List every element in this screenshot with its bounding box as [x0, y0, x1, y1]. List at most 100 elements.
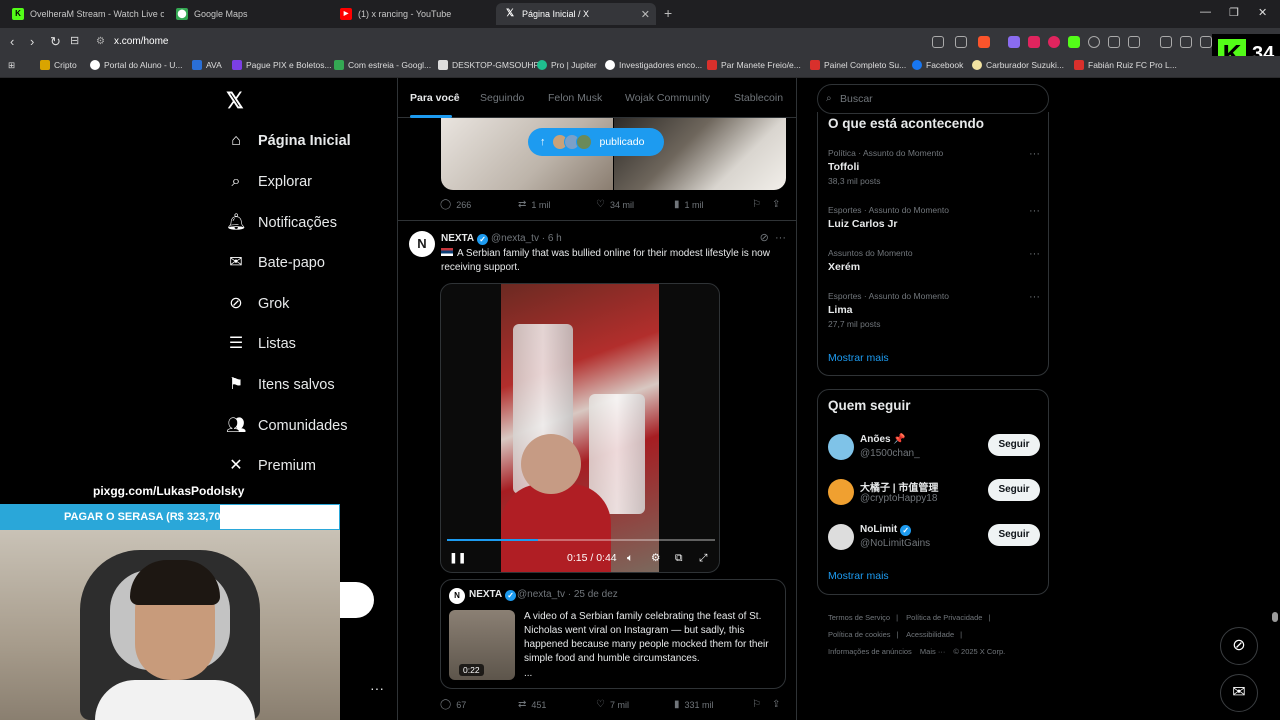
follow-button[interactable]: Seguir: [988, 479, 1040, 501]
back-icon[interactable]: ‹: [10, 34, 14, 49]
more-icon[interactable]: ···: [1029, 248, 1040, 260]
follow-suggestion[interactable]: 大橘子 | 市值管理 @cryptoHappy18 Seguir: [828, 477, 1040, 509]
x-logo-icon[interactable]: 𝕏: [226, 88, 244, 114]
more-icon[interactable]: ···: [1029, 148, 1040, 160]
trend-item[interactable]: Esportes · Assunto do Momento Lima 27,7 …: [828, 291, 1040, 329]
bookmark-item[interactable]: Portal do Aluno - U...: [90, 60, 182, 70]
messages-fab-icon[interactable]: ✉: [1220, 674, 1258, 712]
extension-icon[interactable]: [1088, 36, 1100, 48]
minimize-icon[interactable]: —: [1200, 6, 1211, 18]
extension-icon[interactable]: [1108, 36, 1120, 48]
maximize-icon[interactable]: ❐: [1229, 6, 1239, 19]
tab-wojak-community[interactable]: Wojak Community: [625, 92, 710, 104]
tab-following[interactable]: Seguindo: [480, 92, 524, 104]
trend-item[interactable]: Assuntos do Momento Xerém ···: [828, 248, 1040, 273]
bookmark-item[interactable]: Carburador Suzuki...: [972, 60, 1064, 70]
bookmark-item[interactable]: Pague PIX e Boletos...: [232, 60, 332, 70]
nav-item-notifications[interactable]: 🔔︎ Notificações: [226, 213, 337, 233]
share-icon[interactable]: [955, 36, 967, 48]
more-icon[interactable]: ···: [1029, 205, 1040, 217]
close-tab-icon[interactable]: ✕: [641, 8, 650, 21]
bookmark-item[interactable]: Cripto: [40, 60, 77, 70]
footer-link[interactable]: Política de Privacidade: [906, 613, 982, 622]
like-button[interactable]: ♡ 7 mil: [596, 699, 629, 710]
nav-item-premium[interactable]: ✕ Premium: [226, 456, 316, 476]
sidebar-icon[interactable]: [1180, 36, 1192, 48]
bookmark-item[interactable]: Facebook: [912, 60, 963, 70]
video-progress-bar[interactable]: [447, 539, 715, 541]
site-info-icon[interactable]: ⚙: [96, 32, 105, 52]
bookmark-item[interactable]: Investigadores enco...: [605, 60, 702, 70]
views-button[interactable]: ▮ 1 mil: [674, 199, 704, 210]
bookmark-item[interactable]: Pro | Jupiter: [537, 60, 597, 70]
follow-button[interactable]: Seguir: [988, 434, 1040, 456]
nav-item-chat[interactable]: ✉ Bate-papo: [226, 253, 325, 273]
avatar[interactable]: [828, 479, 854, 505]
scrollbar[interactable]: [1272, 612, 1278, 622]
follow-button[interactable]: Seguir: [988, 524, 1040, 546]
share-button[interactable]: ⇪: [772, 199, 785, 210]
more-icon[interactable]: ···: [775, 232, 786, 244]
nav-item-lists[interactable]: ☰ Listas: [226, 334, 296, 354]
footer-more-link[interactable]: Mais ···: [920, 647, 945, 656]
new-posts-pill[interactable]: ↑ publicado: [528, 128, 664, 156]
tab-felon-musk[interactable]: Felon Musk: [548, 92, 602, 104]
new-tab-icon[interactable]: +: [664, 5, 672, 21]
quoted-post[interactable]: N NEXTA ✓ @nexta_tv · 25 de dez 0:22 A vi…: [440, 579, 786, 689]
trend-item[interactable]: Esportes · Assunto do Momento Luiz Carlo…: [828, 205, 1040, 230]
browser-tab-x[interactable]: 𝕏 Página Inicial / X ✕: [496, 3, 656, 25]
settings-icon[interactable]: ⚙: [651, 552, 660, 564]
avatar[interactable]: N: [409, 231, 435, 257]
repost-button[interactable]: ⇄ 1 mil: [518, 199, 550, 210]
show-more-link[interactable]: Mostrar mais: [828, 352, 889, 364]
trend-item[interactable]: Política · Assunto do Momento Toffoli 38…: [828, 148, 1040, 186]
footer-link[interactable]: Informações de anúncios: [828, 647, 912, 656]
cast-icon[interactable]: [932, 36, 944, 48]
bookmark-item[interactable]: AVA: [192, 60, 222, 70]
url-field[interactable]: ⚙ x.com/home: [92, 32, 912, 52]
close-window-icon[interactable]: ✕: [1258, 6, 1267, 19]
tab-for-you[interactable]: Para você: [410, 92, 460, 104]
footer-link[interactable]: Política de cookies: [828, 630, 891, 639]
nav-item-home[interactable]: ⌂ Página Inicial: [226, 131, 351, 151]
post-button[interactable]: [340, 582, 374, 618]
extension-icon[interactable]: [1028, 36, 1040, 48]
browser-tab-kick[interactable]: K OvelheraM Stream - Watch Live on K: [4, 3, 164, 25]
search-input[interactable]: ⌕ Buscar: [817, 84, 1049, 114]
nav-item-bookmarks[interactable]: ⚑ Itens salvos: [226, 375, 335, 395]
fullscreen-icon[interactable]: ⤢: [699, 552, 707, 565]
repost-button[interactable]: ⇄ 451: [518, 699, 546, 710]
account-more-icon[interactable]: ···: [370, 680, 384, 696]
bookmark-item[interactable]: Painel Completo Su...: [810, 60, 906, 70]
bookmark-item[interactable]: Par Manete Freio/e...: [707, 60, 801, 70]
avatar[interactable]: [828, 524, 854, 550]
more-icon[interactable]: ···: [1029, 291, 1040, 303]
bookmark-item[interactable]: Fabián Ruiz FC Pro L...: [1074, 60, 1177, 70]
browser-tab-maps[interactable]: ⬤ Google Maps: [168, 3, 328, 25]
brave-shield-icon[interactable]: [978, 36, 990, 48]
nav-item-communities[interactable]: 👥︎ Comunidades: [226, 416, 347, 436]
grok-icon[interactable]: ⊘: [760, 232, 769, 244]
browser-tab-youtube[interactable]: ▶ (1) x rancing - YouTube: [332, 3, 492, 25]
author-name[interactable]: NEXTA ✓: [441, 233, 489, 245]
reply-button[interactable]: ◯ 67: [440, 699, 466, 710]
grok-fab-icon[interactable]: ⊘: [1220, 627, 1258, 665]
profile-icon[interactable]: [1200, 36, 1212, 48]
footer-link[interactable]: Termos de Serviço: [828, 613, 890, 622]
extension-icon[interactable]: [1128, 36, 1140, 48]
bookmark-item[interactable]: Com estreia - Googl...: [334, 60, 431, 70]
media-icon[interactable]: [1160, 36, 1172, 48]
pip-icon[interactable]: ⧉: [675, 552, 683, 565]
nav-item-grok[interactable]: ⊘ Grok: [226, 294, 289, 314]
extension-icon[interactable]: [1068, 36, 1080, 48]
reload-icon[interactable]: ↻: [50, 34, 61, 50]
show-more-link[interactable]: Mostrar mais: [828, 570, 889, 582]
follow-suggestion[interactable]: Anões 📌 @1500chan_ Seguir: [828, 432, 1040, 464]
bookmark-button[interactable]: ⚐: [752, 699, 766, 710]
footer-link[interactable]: Acessibilidade: [906, 630, 954, 639]
forward-icon[interactable]: ›: [30, 34, 34, 49]
like-button[interactable]: ♡ 34 mil: [596, 199, 634, 210]
bookmark-page-icon[interactable]: ⊟: [70, 34, 79, 47]
video-player[interactable]: ❚❚ 0:15 / 0:44 🔈︎ ⚙ ⧉ ⤢: [440, 283, 720, 573]
volume-icon[interactable]: 🔈︎: [627, 552, 633, 565]
